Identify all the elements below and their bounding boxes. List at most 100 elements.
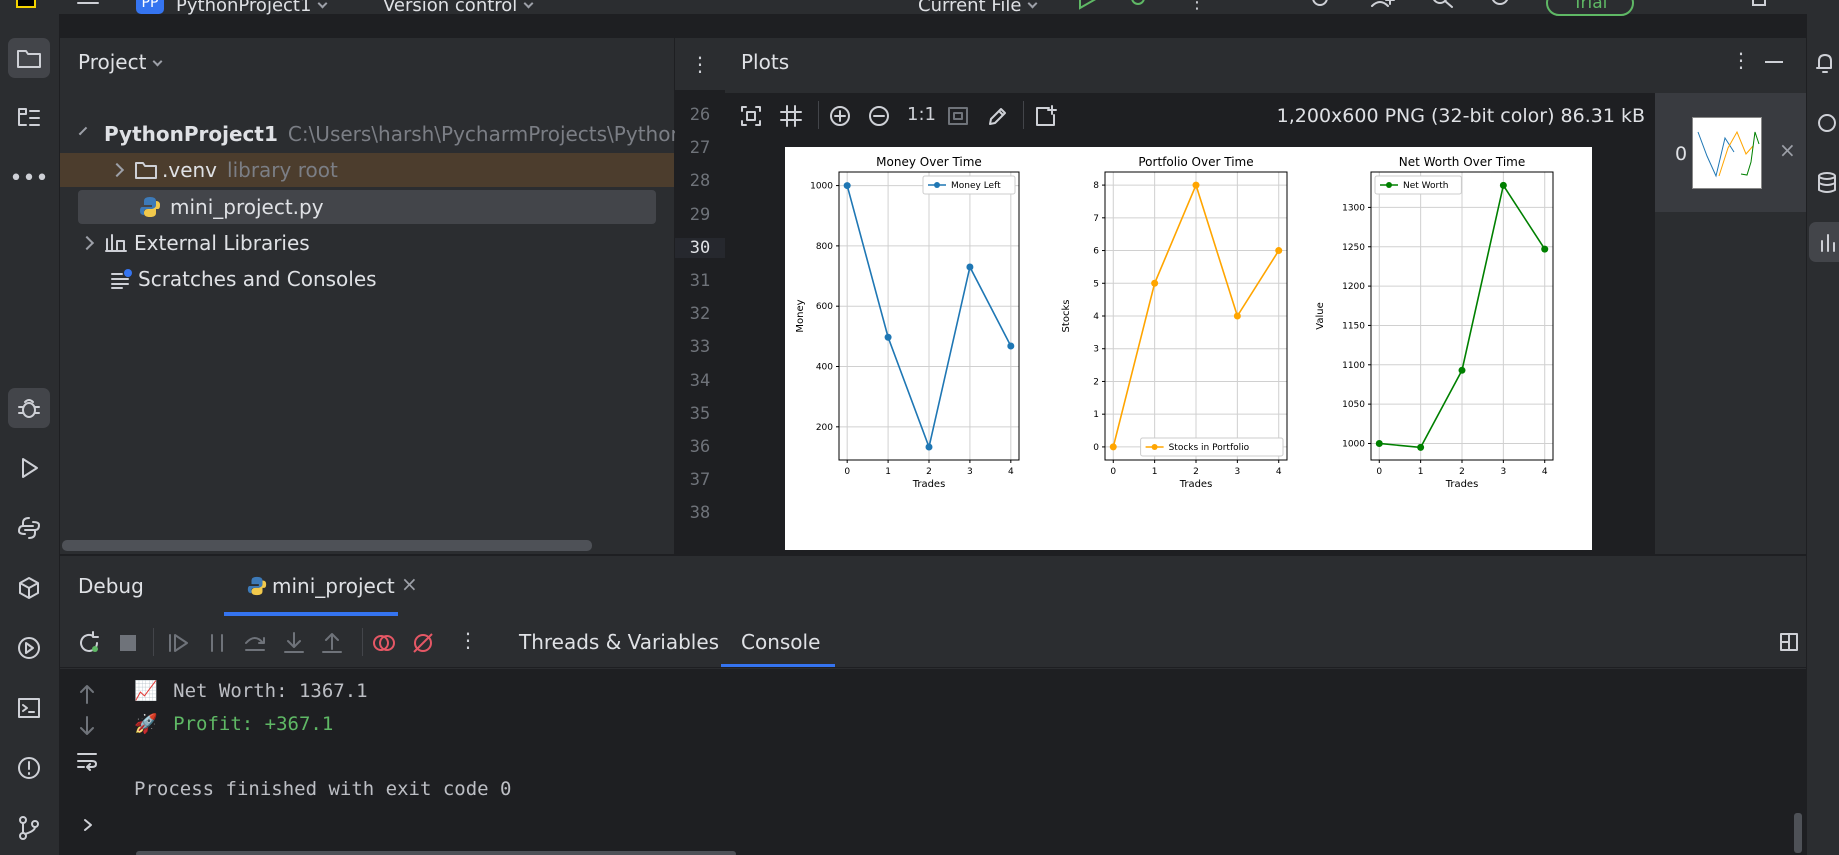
- view-breakpoints-icon[interactable]: [372, 631, 396, 659]
- actual-size-button[interactable]: 1:1: [907, 104, 936, 125]
- zoom-out-icon[interactable]: [868, 105, 890, 131]
- y-axis-label: Money: [795, 299, 806, 332]
- tab-threads-variables[interactable]: Threads & Variables: [519, 630, 719, 654]
- ai-assistant-icon[interactable]: [1308, 0, 1332, 16]
- debug-session-tab[interactable]: mini_project ×: [184, 556, 434, 616]
- tree-item-venv[interactable]: .venv library root: [60, 153, 674, 187]
- more-vertical-icon[interactable]: ⋮: [458, 628, 478, 652]
- console-vertical-scrollbar[interactable]: [1794, 813, 1802, 853]
- tree-item-label: .venv: [162, 158, 218, 182]
- tree-item-project-root[interactable]: PythonProject1 C:\Users\harsh\PycharmPro…: [60, 117, 695, 151]
- line-number: 35: [689, 403, 711, 424]
- project-panel-header[interactable]: Project: [78, 50, 163, 74]
- console-output[interactable]: 📈 Net Worth: 1367.1 🚀 Profit: +367.1 Pro…: [60, 669, 1806, 855]
- scroll-up-icon[interactable]: [78, 683, 96, 709]
- y-tick-label: 4: [1093, 312, 1099, 322]
- problems-button[interactable]: [8, 748, 50, 788]
- project-name: PythonProject1: [176, 0, 312, 16]
- tree-item-scratches[interactable]: Scratches and Consoles: [60, 262, 674, 296]
- run-config-selector[interactable]: Current File: [918, 0, 1038, 16]
- main-menu-icon[interactable]: [76, 0, 100, 14]
- project-tool-button[interactable]: [8, 38, 50, 78]
- services-button[interactable]: [8, 628, 50, 668]
- more-vertical-icon[interactable]: ⋮: [1188, 0, 1206, 13]
- run-tool-button[interactable]: [8, 448, 50, 488]
- run-icon[interactable]: [1076, 0, 1098, 16]
- x-tick-label: 2: [926, 467, 932, 477]
- services-icon: [18, 637, 40, 659]
- python-console-button[interactable]: [8, 508, 50, 548]
- y-tick-label: 1000: [810, 182, 833, 192]
- terminal-button[interactable]: [8, 688, 50, 728]
- thumbnail-item[interactable]: 0 ×: [1655, 93, 1806, 212]
- expanded-arrow-icon: [78, 126, 88, 136]
- soft-wrap-icon[interactable]: [76, 751, 98, 775]
- x-tick-label: 2: [1193, 467, 1199, 477]
- layout-settings-icon[interactable]: [1780, 633, 1798, 655]
- fit-to-window-icon[interactable]: [740, 105, 762, 131]
- more-tools-icon[interactable]: •••: [8, 158, 50, 198]
- vcs-menu[interactable]: Version control: [383, 0, 534, 16]
- settings-gear-icon[interactable]: [1488, 0, 1512, 16]
- close-icon[interactable]: ×: [1779, 138, 1796, 162]
- zoom-in-icon[interactable]: [829, 105, 851, 131]
- database-icon[interactable]: [1813, 170, 1837, 200]
- minimize-icon[interactable]: [1765, 61, 1783, 63]
- plot-thumbnails: 0 ×: [1655, 93, 1806, 554]
- project-switcher[interactable]: PythonProject1: [176, 0, 328, 16]
- toolbar-separator: [153, 628, 154, 656]
- y-tick-label: 1: [1093, 410, 1099, 420]
- data-point: [925, 443, 933, 451]
- git-button[interactable]: [8, 808, 50, 848]
- color-picker-icon[interactable]: [987, 105, 1009, 131]
- line-number: 28: [689, 171, 711, 192]
- problems-icon: [18, 757, 40, 779]
- left-tool-strip: •••: [0, 14, 60, 855]
- tree-item-mini-project[interactable]: mini_project.py: [78, 190, 656, 224]
- python-icon: [18, 517, 40, 539]
- scroll-down-icon[interactable]: [78, 715, 96, 741]
- x-tick-label: 4: [1008, 467, 1014, 477]
- rocket-emoji-icon: 🚀: [134, 713, 158, 735]
- mute-breakpoints-icon[interactable]: [411, 631, 435, 659]
- more-vertical-icon[interactable]: ⋮: [1731, 48, 1751, 72]
- add-user-icon[interactable]: [1370, 0, 1396, 16]
- project-badge[interactable]: PP: [136, 0, 164, 14]
- debug-tool-button[interactable]: [8, 388, 50, 428]
- x-tick-label: 1: [1152, 467, 1158, 477]
- python-packages-button[interactable]: [8, 568, 50, 608]
- data-point: [1007, 342, 1015, 350]
- rerun-icon[interactable]: [78, 631, 102, 659]
- maximize-window-icon[interactable]: [1752, 0, 1766, 6]
- stop-icon: [120, 635, 136, 651]
- open-in-editor-icon[interactable]: [1035, 105, 1059, 131]
- tree-item-external-libraries[interactable]: External Libraries: [60, 226, 674, 260]
- console-horizontal-scrollbar[interactable]: [136, 851, 736, 855]
- debug-icon[interactable]: [1126, 0, 1150, 16]
- structure-tool-button[interactable]: [8, 98, 50, 138]
- gutter-menu[interactable]: ⋮: [675, 38, 725, 90]
- legend-marker: [934, 182, 940, 188]
- trial-badge[interactable]: Trial: [1546, 0, 1634, 16]
- session-tab-label: mini_project: [272, 574, 395, 598]
- tab-console[interactable]: Console: [721, 616, 835, 668]
- x-tick-label: 4: [1542, 467, 1548, 477]
- expand-arrow-icon[interactable]: [82, 817, 94, 837]
- ai-assistant-side-icon[interactable]: [1813, 110, 1837, 140]
- x-tick-label: 2: [1459, 467, 1465, 477]
- fit-zoom-icon: [947, 105, 969, 131]
- notifications-bell-icon[interactable]: [1813, 50, 1837, 80]
- y-tick-label: 1250: [1342, 243, 1365, 253]
- horizontal-scrollbar[interactable]: [62, 540, 592, 551]
- y-tick-label: 1300: [1342, 203, 1365, 213]
- plots-side-button[interactable]: [1809, 222, 1839, 262]
- search-icon[interactable]: [1430, 0, 1456, 16]
- more-vertical-icon: ⋮: [690, 52, 710, 76]
- console-line-profit: 🚀 Profit: +367.1: [134, 712, 333, 735]
- line-number: 26: [689, 105, 711, 125]
- git-branch-icon: [19, 816, 39, 840]
- line-number: 31: [689, 271, 711, 291]
- y-tick-label: 7: [1093, 214, 1099, 224]
- grid-icon[interactable]: [780, 105, 802, 131]
- close-icon[interactable]: ×: [401, 572, 418, 596]
